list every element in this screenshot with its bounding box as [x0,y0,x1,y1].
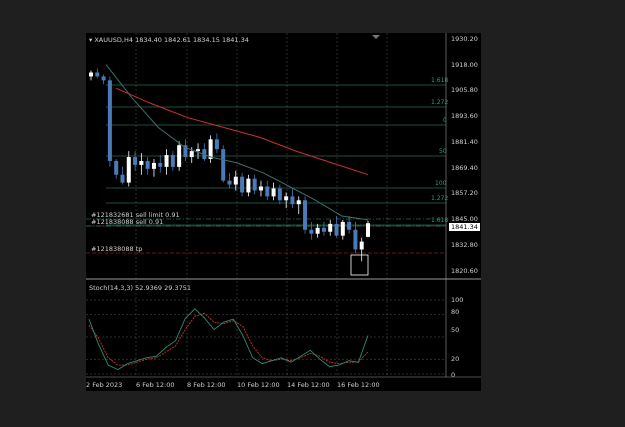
symbol-label: XAUUSD,H4 [94,36,133,44]
stoch-tick: 20 [451,355,460,363]
price-tick: 1845.00 [451,215,478,223]
price-tick: 1857.20 [451,189,478,197]
price-tick: 1832.80 [451,241,478,249]
symbol-header: ▾ XAUUSD,H4 1834.40 1842.61 1834.15 1841… [89,36,249,44]
price-tick: 1930.20 [451,35,478,43]
candle-body [177,145,182,167]
candle-body [309,229,314,234]
candle-body [196,149,201,152]
candle-body [240,176,245,193]
candle-body [164,155,169,167]
candle-body [347,221,352,230]
candle-body [189,151,194,158]
candle-body [145,160,150,169]
dropdown-arrow-icon[interactable]: ▾ [89,36,92,44]
chart-window[interactable]: ▾ XAUUSD,H4 1834.40 1842.61 1834.15 1841… [86,33,481,391]
candle-body [328,223,333,232]
price-tick: 1918.00 [451,61,478,69]
candle-body [290,196,295,205]
candle-body [221,149,226,181]
stoch-tick: 0 [451,371,456,379]
candle-body [89,72,93,77]
high-value: 1842.61 [164,36,191,44]
shift-marker-icon [372,35,380,39]
candle-body [126,157,131,183]
time-axis-label: 6 Feb 12:00 [136,381,175,389]
stoch-tick: 100 [451,296,464,304]
candle-body [233,176,238,185]
candle-body [315,227,320,234]
candle-body [277,188,282,201]
candle-body [340,221,345,236]
candle-body [359,241,364,250]
time-axis-label: 14 Feb 12:00 [287,381,330,389]
fib-level-label: 1.272 [431,195,449,202]
candle-body [214,139,219,150]
fib-level-label: 1.272 [431,99,449,106]
candle-body [139,160,144,165]
candle-body [114,160,119,175]
stoch-tick: 50 [451,326,460,334]
candle-body [101,76,106,81]
candle-body [321,227,326,232]
candle-body [265,186,270,197]
price-tick: 1881.40 [451,138,478,146]
stochastic-title: Stoch(14,3,3) 52.9369 29.3751 [89,284,191,292]
fib-level-label: 1.618 [431,77,449,84]
sell-order-label[interactable]: #121838088 sell 0.91 [91,218,163,226]
candle-body [151,162,156,169]
candle-body [107,80,112,161]
price-tick: 1869.40 [451,164,478,172]
fib-level-label: 0 [443,117,447,124]
fib-level-label: 1.618 [431,217,449,224]
candle-body [353,229,358,250]
candle-body [252,178,257,191]
low-value: 1834.15 [193,36,220,44]
candle-body [258,186,263,191]
current-price-label: 1841.34 [449,223,480,231]
candle-body [95,72,100,77]
candle-body [296,200,301,205]
candle-body [271,188,276,197]
candle-body [303,200,308,230]
price-tick: 1905.80 [451,86,478,94]
fib-level-label: 50 [439,148,447,155]
time-axis-label: 8 Feb 12:00 [187,381,226,389]
close-value: 1841.34 [221,36,249,44]
stoch-tick: 80 [451,308,460,316]
selection-box [350,254,369,276]
candle-body [366,223,370,237]
candle-body [334,223,339,236]
open-value: 1834.40 [135,36,162,44]
take-profit-label[interactable]: #121838088 tp [91,245,142,253]
candle-body [133,157,138,165]
candle-body [284,196,289,201]
time-axis-label: 2 Feb 2023 [86,381,123,389]
time-axis-label: 16 Feb 12:00 [337,381,380,389]
candle-body [120,174,125,183]
candle-body [227,180,232,185]
candle-body [246,178,251,193]
fib-level-label: 100 [435,180,447,187]
candle-body [158,162,163,167]
time-axis-label: 10 Feb 12:00 [237,381,280,389]
price-tick: 1820.60 [451,267,478,275]
candle-body [170,155,175,167]
price-tick: 1893.60 [451,112,478,120]
